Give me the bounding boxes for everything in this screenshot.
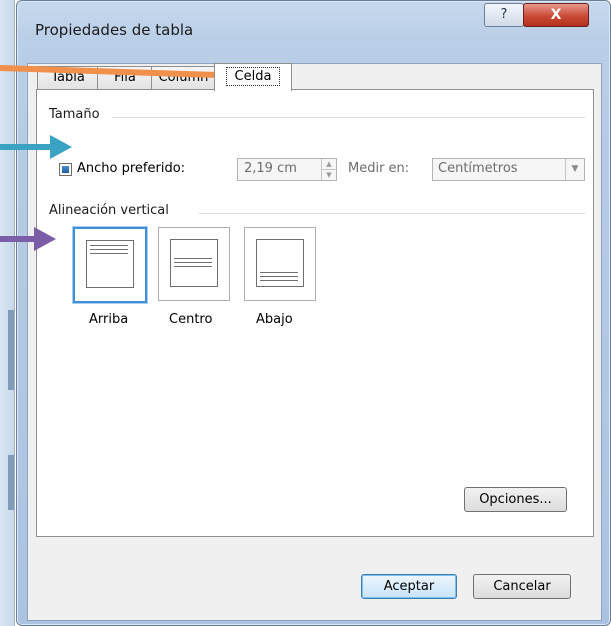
line-mark [260,272,298,273]
align-center-label: Centro [169,312,213,327]
accept-button[interactable]: Aceptar [361,574,457,599]
line-mark [174,266,212,267]
tab-panel-celda: Tamaño Ancho preferido: 2,19 cm ▲ ▼ Medi… [36,89,594,537]
align-bottom-button[interactable] [244,227,316,301]
cancel-button[interactable]: Cancelar [473,574,571,599]
vertical-align-group-label: Alineación vertical [49,203,169,218]
measure-select[interactable]: Centímetros ▼ [432,158,585,181]
dialog-title: Propiedades de tabla [35,21,194,39]
line-mark [90,253,128,254]
tab-celda-label: Celda [225,67,281,86]
line-mark [90,245,128,246]
dialog-client-area: Tabla Fila Column Celda Tamaño Ancho pre… [27,63,602,621]
divider [112,117,585,118]
help-button[interactable]: ? [484,3,524,27]
line-mark [174,258,212,259]
options-button[interactable]: Opciones... [464,487,567,512]
background-marker [8,455,14,510]
tab-celda[interactable]: Celda [214,63,292,91]
tab-tabla[interactable]: Tabla [37,66,99,89]
size-group-label: Tamaño [49,107,100,122]
measure-label: Medir en: [348,161,410,176]
preferred-width-label: Ancho preferido: [77,161,186,176]
spin-up-icon[interactable]: ▲ [321,159,336,169]
spin-down-icon[interactable]: ▼ [321,169,336,180]
chevron-down-icon[interactable]: ▼ [565,159,584,180]
align-bottom-icon [256,239,304,287]
align-top-label: Arriba [89,312,129,327]
close-button[interactable]: X [523,3,589,27]
width-value: 2,19 cm [244,161,297,176]
line-mark [260,276,298,277]
background-window-edge [0,0,15,626]
align-top-icon [86,240,134,288]
align-bottom-label: Abajo [256,312,293,327]
line-mark [174,262,212,263]
divider [199,213,585,214]
line-mark [90,249,128,250]
preferred-width-checkbox[interactable] [59,163,72,176]
align-top-button[interactable] [73,227,147,303]
background-marker [8,310,14,390]
measure-value: Centímetros [438,161,518,176]
tab-columna[interactable]: Column [151,66,216,89]
align-center-icon [170,239,218,287]
table-properties-dialog: Propiedades de tabla ? X Tabla Fila Colu… [16,0,611,626]
tab-fila[interactable]: Fila [97,66,153,89]
width-spinner[interactable]: 2,19 cm ▲ ▼ [237,158,337,181]
align-center-button[interactable] [158,227,230,301]
line-mark [260,280,298,281]
